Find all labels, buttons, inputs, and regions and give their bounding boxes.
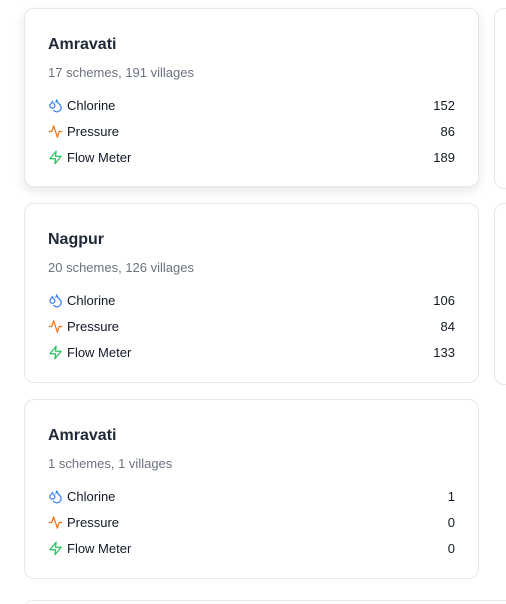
- metric-list: Chlorine 152 Pressure 86 Flow Meter 189: [48, 92, 455, 170]
- metric-value: 106: [433, 292, 455, 308]
- region-cards-grid: Amravati 17 schemes, 191 villages Chlori…: [0, 0, 506, 604]
- region-name: Amravati: [48, 427, 117, 444]
- region-name: Nagpur: [48, 231, 104, 248]
- region-summary: 20 schemes, 126 villages: [48, 260, 194, 275]
- droplets-icon: [48, 98, 63, 113]
- metric-label: Pressure: [67, 514, 120, 530]
- metric-row-flow-meter: Flow Meter 189: [48, 144, 455, 170]
- metric-value: 0: [447, 514, 455, 530]
- activity-icon: [48, 124, 63, 139]
- region-summary: 17 schemes, 191 villages: [48, 65, 194, 80]
- metric-label: Flow Meter: [67, 540, 132, 556]
- zap-icon: [48, 541, 63, 556]
- metric-row-flow-meter: Flow Meter 133: [48, 339, 455, 365]
- region-summary: 1 schemes, 1 villages: [48, 456, 173, 471]
- zap-icon: [48, 345, 63, 360]
- metric-row-chlorine: Chlorine 152: [48, 92, 455, 118]
- metric-label: Flow Meter: [67, 344, 132, 360]
- metric-row-pressure: Pressure 84: [48, 313, 455, 339]
- metric-value: 152: [433, 97, 455, 113]
- metric-row-pressure: Pressure 86: [48, 118, 455, 144]
- metric-row-flow-meter: Flow Meter 0: [48, 535, 455, 561]
- droplets-icon: [48, 293, 63, 308]
- zap-icon: [48, 150, 63, 165]
- metric-label: Chlorine: [67, 97, 116, 113]
- metric-list: Chlorine 106 Pressure 84 Flow Meter 133: [48, 287, 455, 365]
- metric-label: Pressure: [67, 123, 120, 139]
- region-card[interactable]: Nagpur 20 schemes, 126 villages Chlorine…: [24, 203, 479, 383]
- droplets-icon: [48, 489, 63, 504]
- metric-value: 1: [447, 488, 455, 504]
- activity-icon: [48, 319, 63, 334]
- metric-value: 133: [433, 344, 455, 360]
- metric-list: Chlorine 1 Pressure 0 Flow Meter 0: [48, 483, 455, 561]
- metric-row-pressure: Pressure 0: [48, 509, 455, 535]
- region-name: Amravati: [48, 36, 117, 53]
- region-card-partial[interactable]: [24, 600, 506, 604]
- metric-label: Pressure: [67, 318, 120, 334]
- metric-label: Flow Meter: [67, 149, 132, 165]
- metric-value: 189: [433, 149, 455, 165]
- metric-row-chlorine: Chlorine 1: [48, 483, 455, 509]
- metric-value: 84: [440, 318, 455, 334]
- region-card[interactable]: Amravati 17 schemes, 191 villages Chlori…: [24, 8, 479, 187]
- metric-value: 0: [447, 540, 455, 556]
- activity-icon: [48, 515, 63, 530]
- metric-row-chlorine: Chlorine 106: [48, 287, 455, 313]
- region-card[interactable]: Amravati 1 schemes, 1 villages Chlorine …: [24, 399, 479, 579]
- metric-label: Chlorine: [67, 488, 116, 504]
- region-card-partial[interactable]: [494, 203, 506, 385]
- metric-value: 86: [440, 123, 455, 139]
- region-card-partial[interactable]: [494, 8, 506, 189]
- metric-label: Chlorine: [67, 292, 116, 308]
